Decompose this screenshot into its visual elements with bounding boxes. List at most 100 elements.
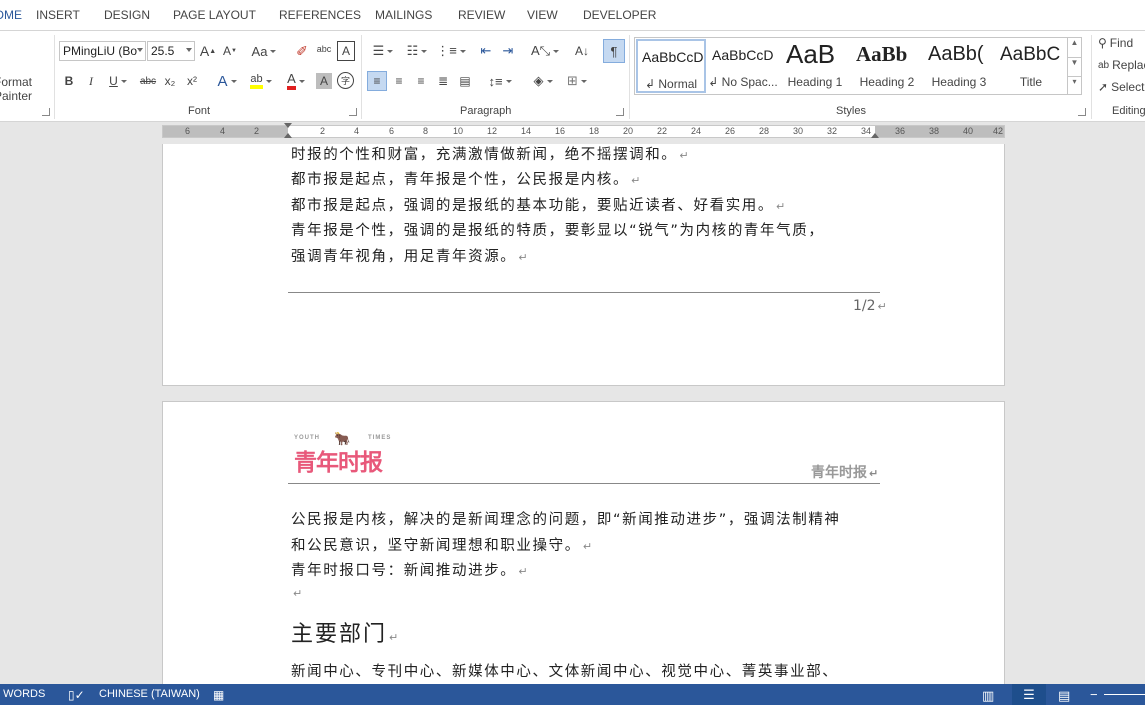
style-no-spacing[interactable]: AaBbCcD ↲ No Spac...	[708, 39, 778, 93]
paragraph-group-label: Paragraph	[460, 105, 512, 117]
text-line[interactable]: 青年时报口号：新闻推动进步。 ↵	[291, 559, 529, 580]
right-indent-icon[interactable]	[871, 133, 879, 138]
distributed-button[interactable]: ▤	[455, 71, 475, 91]
font-name-combo[interactable]: PMingLiU (Bo	[59, 41, 146, 61]
horizontal-ruler[interactable]: 6 4 2 2 4 6 8 10 12 14 16 18 20 22 24 26…	[162, 123, 1005, 138]
empty-line[interactable]: ↵	[291, 585, 304, 601]
tab-references[interactable]: REFERENCES	[279, 8, 361, 22]
page-number[interactable]: 1/2 ↵	[853, 298, 887, 314]
justify-button[interactable]: ≣	[433, 71, 453, 91]
document-area[interactable]: 时报的个性和财富，充满激情做新闻，绝不摇摆调和。 ↵ 都市报是起点，青年报是个性，…	[0, 144, 1145, 684]
character-border-button[interactable]: A	[337, 41, 355, 61]
macro-recording-icon[interactable]: ▦	[213, 688, 224, 702]
gallery-scroll-up-icon[interactable]: ▲	[1067, 38, 1081, 57]
sort-button[interactable]: A↓	[572, 41, 592, 61]
align-right-button[interactable]: ≡	[411, 71, 431, 91]
shading-button[interactable]: ◈	[528, 71, 558, 91]
read-mode-icon[interactable]: ▥	[982, 688, 994, 704]
select-button[interactable]: ➚ Select	[1098, 77, 1145, 97]
language-indicator[interactable]: CHINESE (TAIWAN)	[99, 688, 200, 700]
gallery-scroll-down-icon[interactable]: ▼	[1067, 57, 1081, 76]
text-line[interactable]: 都市报是起点，强调的是报纸的基本功能，要贴近读者、好看实用。 ↵	[291, 194, 787, 215]
pilcrow-icon: ¶	[610, 43, 618, 59]
word-count[interactable]: 5 WORDS	[0, 688, 45, 700]
bullets-button[interactable]: ☰	[368, 41, 398, 61]
show-formatting-button[interactable]: ¶	[603, 39, 625, 63]
decrease-indent-icon: ⇤	[480, 43, 492, 58]
paragraph-launcher-icon[interactable]	[616, 108, 624, 116]
replace-button[interactable]: abReplace	[1098, 55, 1145, 75]
tab-insert[interactable]: INSERT	[36, 8, 80, 22]
tab-mailings[interactable]: MAILINGS	[375, 8, 432, 22]
text-line[interactable]: 时报的个性和财富，充满激情做新闻，绝不摇摆调和。 ↵	[291, 144, 690, 164]
style-heading-3[interactable]: AaBb( Heading 3	[924, 39, 994, 93]
phonetic-guide-button[interactable]: abc	[315, 39, 333, 59]
text-effects-button[interactable]: A	[213, 71, 241, 91]
text-line[interactable]: 新闻中心、专刊中心、新媒体中心、文体新闻中心、视觉中心、菁英事业部、	[291, 660, 838, 681]
ruler-number: 30	[793, 126, 804, 136]
align-center-button[interactable]: ≡	[389, 71, 409, 91]
font-size-combo[interactable]: 25.5	[147, 41, 195, 61]
shrink-font-button[interactable]: A ▼	[221, 41, 239, 61]
clear-format-button[interactable]: ✐	[293, 41, 311, 61]
decrease-indent-button[interactable]: ⇤	[476, 41, 496, 61]
italic-button[interactable]: I	[83, 71, 99, 91]
style-heading-1[interactable]: AaB Heading 1	[780, 39, 850, 93]
hanging-indent-icon[interactable]	[284, 133, 292, 138]
text-line[interactable]: 强调青年视角，用足青年资源。 ↵	[291, 245, 529, 266]
bold-button[interactable]: B	[61, 71, 77, 91]
tab-home[interactable]: HOME	[0, 8, 22, 22]
first-line-indent-icon[interactable]	[284, 123, 292, 128]
paint-bucket-icon: ◈	[533, 73, 544, 88]
grow-font-button[interactable]: A ▲	[199, 41, 217, 61]
tab-review[interactable]: REVIEW	[458, 8, 505, 22]
ruler-number: 10	[453, 126, 464, 136]
text-line[interactable]: 和公民意识，坚守新闻理想和职业操守。 ↵	[291, 534, 594, 555]
proofing-icon[interactable]: ▯✓	[68, 688, 85, 702]
style-heading-2[interactable]: AaBb Heading 2	[852, 39, 922, 93]
header-text[interactable]: 青年时报 ↵	[811, 462, 878, 482]
text-line[interactable]: 公民报是内核，解决的是新闻理念的问题，即“新闻推动进步”，强调法制精神	[291, 508, 841, 529]
print-layout-icon[interactable]: ☰	[1012, 684, 1046, 705]
web-layout-icon[interactable]: ▤	[1058, 688, 1070, 704]
underline-button[interactable]: U	[105, 71, 131, 91]
tab-design[interactable]: DESIGN	[104, 8, 150, 22]
distributed-icon: ▤	[459, 74, 471, 88]
page-2[interactable]: YOUTH 🐂 TIMES 青年时报 青年时报 ↵ 公民报是内核，解决的是新闻理念…	[162, 401, 1005, 684]
tab-developer[interactable]: DEVELOPER	[583, 8, 656, 22]
zoom-out-icon[interactable]: −	[1090, 687, 1098, 702]
style-title[interactable]: AaBbC Title	[996, 39, 1066, 93]
style-normal[interactable]: AaBbCcD ↲ Normal	[636, 39, 706, 93]
superscript-button[interactable]: x²	[183, 71, 201, 91]
align-left-button[interactable]: ≡	[367, 71, 387, 91]
text-content: 都市报是起点，强调的是报纸的基本功能，要贴近读者、好看实用。	[291, 198, 774, 214]
find-button[interactable]: ⚲ Find	[1098, 33, 1145, 53]
character-shading-button[interactable]: A	[316, 73, 332, 89]
subscript-button[interactable]: x₂	[161, 71, 179, 91]
editing-group-label: Editing	[1112, 105, 1145, 117]
increase-indent-button[interactable]: ⇥	[498, 41, 518, 61]
eraser-icon: ✐	[296, 42, 308, 59]
numbering-button[interactable]: ☷	[402, 41, 432, 61]
enclose-characters-button[interactable]: 字	[337, 72, 354, 89]
text-line[interactable]: 都市报是起点，青年报是个性，公民报是内核。 ↵	[291, 168, 642, 189]
tab-view[interactable]: VIEW	[527, 8, 558, 22]
zoom-slider[interactable]	[1104, 694, 1145, 695]
line-spacing-button[interactable]: ↕≡	[485, 71, 515, 91]
section-heading[interactable]: 主要部门 ↵	[291, 616, 400, 648]
gallery-more-icon[interactable]: ▾	[1067, 76, 1081, 94]
tab-page-layout[interactable]: PAGE LAYOUT	[173, 8, 256, 22]
highlight-button[interactable]: ab	[246, 71, 276, 91]
text-line[interactable]: 青年报是个性，强调的是报纸的特质，要彰显以“锐气”为内核的青年气质，	[291, 219, 824, 240]
format-painter-button[interactable]: Format Painter	[0, 75, 46, 103]
page-1[interactable]: 时报的个性和财富，充满激情做新闻，绝不摇摆调和。 ↵ 都市报是起点，青年报是个性，…	[162, 144, 1005, 386]
font-color-button[interactable]: A	[282, 71, 310, 91]
borders-button[interactable]: ⊞	[562, 71, 592, 91]
font-launcher-icon[interactable]	[349, 108, 357, 116]
styles-launcher-icon[interactable]	[1078, 108, 1086, 116]
clipboard-launcher-icon[interactable]	[42, 108, 50, 116]
asian-layout-button[interactable]: A⤡	[530, 41, 560, 61]
strikethrough-button[interactable]: abc	[137, 71, 159, 91]
change-case-button[interactable]: Aa	[249, 41, 279, 61]
multilevel-list-button[interactable]: ⋮≡	[436, 41, 466, 61]
